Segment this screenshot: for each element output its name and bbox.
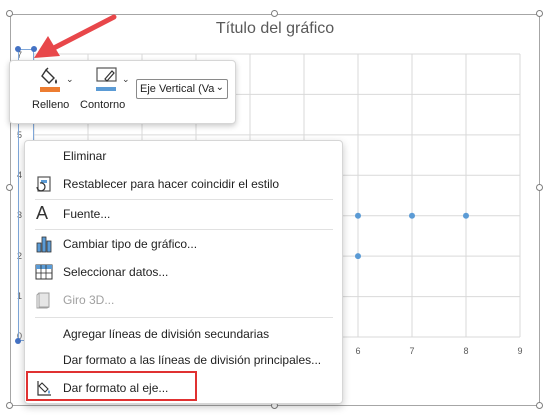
menu-item-label: Dar formato a las líneas de división pri… <box>63 353 322 367</box>
data-point[interactable] <box>409 212 415 219</box>
menu-item-seleccionar-datos[interactable]: Seleccionar datos... <box>25 259 342 285</box>
red-arrow-annotation <box>34 14 117 58</box>
font-icon: A <box>36 203 49 223</box>
data-point[interactable] <box>463 212 469 219</box>
rotate-3d-icon <box>35 291 53 309</box>
menu-separator <box>35 317 333 318</box>
outline-button[interactable]: ⌄ <box>92 66 132 94</box>
reset-style-icon <box>35 175 53 193</box>
axis-selection-handle[interactable] <box>15 46 21 52</box>
chevron-down-icon[interactable]: ⌄ <box>216 79 224 97</box>
highlight-box-annotation <box>26 371 197 401</box>
outline-label: Contorno <box>80 99 126 111</box>
menu-item-giro-3d: Giro 3D... <box>25 287 342 313</box>
excel-chart-context-screen: Título del gráfico 0 1 2 3 4 5 6 7 6 7 8… <box>0 0 549 419</box>
menu-item-label: Cambiar tipo de gráfico... <box>63 237 198 251</box>
x-tick-label: 9 <box>517 346 523 356</box>
menu-item-label: Agregar líneas de división secundarias <box>63 327 270 341</box>
data-point[interactable] <box>355 212 361 219</box>
menu-item-fuente[interactable]: A Fuente... <box>25 201 342 227</box>
menu-item-label: Eliminar <box>63 149 107 163</box>
x-tick-label: 6 <box>355 346 361 356</box>
menu-item-label: Giro 3D... <box>63 293 115 307</box>
outline-color-swatch <box>96 87 116 91</box>
data-point[interactable] <box>355 253 361 260</box>
fill-label: Relleno <box>32 99 70 111</box>
menu-item-eliminar[interactable]: Eliminar <box>25 143 342 169</box>
menu-item-formato-lineas-principales[interactable]: Dar formato a las líneas de división pri… <box>25 347 342 373</box>
x-tick-label: 8 <box>463 346 469 356</box>
bar-chart-icon <box>35 235 53 253</box>
mini-toolbar: ⌄ Relleno ⌄ Contorno Eje Vertical (Va ⌄ <box>9 60 236 124</box>
menu-item-label: Fuente... <box>63 207 111 221</box>
fill-color-swatch <box>40 87 60 92</box>
table-data-icon <box>35 263 53 281</box>
menu-item-cambiar-tipo-grafico[interactable]: Cambiar tipo de gráfico... <box>25 231 342 257</box>
axis-selection-handle[interactable] <box>15 338 21 344</box>
menu-item-restablecer-estilo[interactable]: Restablecer para hacer coincidir el esti… <box>25 171 342 197</box>
menu-item-label: Seleccionar datos... <box>63 265 169 279</box>
menu-separator <box>35 199 333 200</box>
menu-item-agregar-lineas-secundarias[interactable]: Agregar líneas de división secundarias <box>25 321 342 347</box>
chart-element-selector[interactable]: Eje Vertical (Va ⌄ <box>136 79 228 99</box>
fill-button[interactable]: ⌄ <box>34 66 74 94</box>
chevron-down-icon[interactable]: ⌄ <box>66 74 74 85</box>
menu-separator <box>35 229 333 230</box>
menu-item-label: Restablecer para hacer coincidir el esti… <box>63 177 280 191</box>
context-menu: Eliminar Restablecer para hacer coincidi… <box>24 140 343 404</box>
x-tick-label: 7 <box>409 346 415 356</box>
chevron-down-icon[interactable]: ⌄ <box>122 74 130 85</box>
chart-element-selector-value: Eje Vertical (Va <box>140 83 215 95</box>
